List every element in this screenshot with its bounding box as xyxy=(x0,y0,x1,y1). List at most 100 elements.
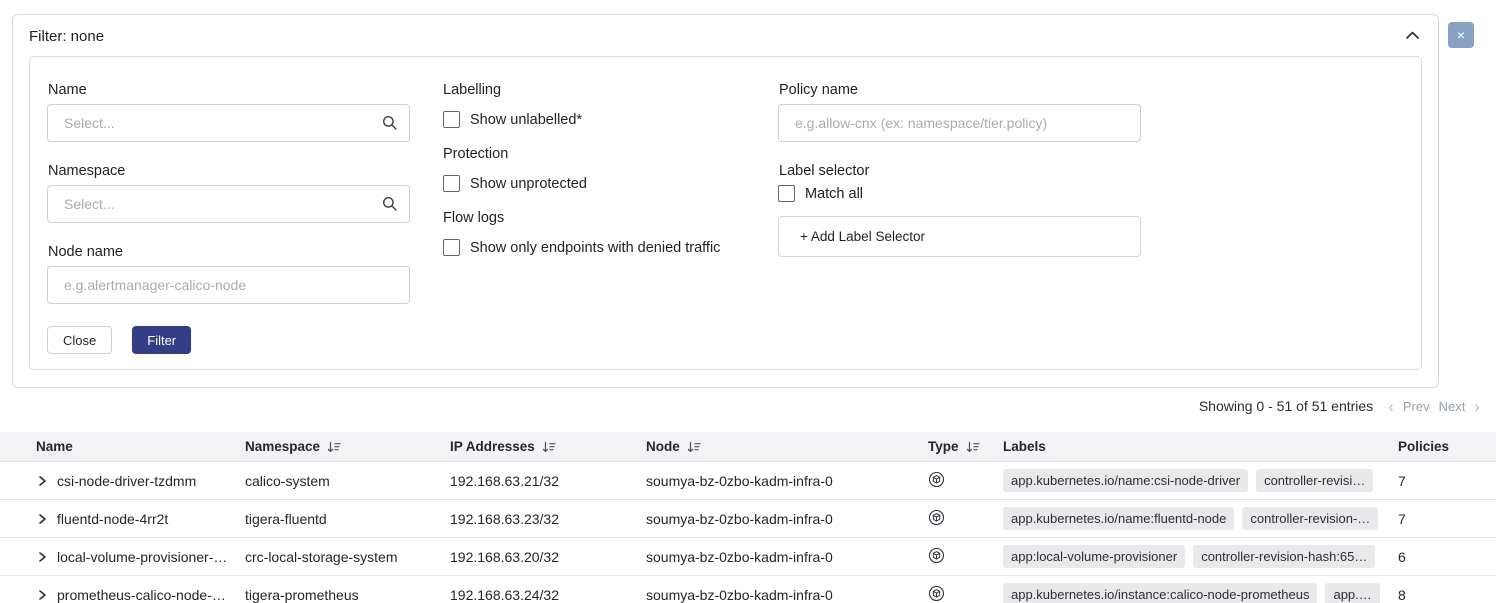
next-chevron-icon[interactable]: › xyxy=(1474,400,1480,413)
expand-row-icon[interactable] xyxy=(36,589,48,601)
sort-icon[interactable] xyxy=(327,441,341,453)
flow-logs-heading: Flow logs xyxy=(443,210,745,226)
expand-row-icon[interactable] xyxy=(36,475,48,487)
filter-panel-body: Name Namespace Node name xyxy=(29,56,1422,370)
column-header-ip-addresses[interactable]: IP Addresses xyxy=(450,439,646,454)
label-pill: app:local-volume-provisioner xyxy=(1003,545,1185,568)
show-unlabelled-row: Show unlabelled* xyxy=(443,111,745,128)
pod-icon xyxy=(928,471,945,491)
label-pill: app.… xyxy=(1325,583,1379,603)
collapse-filter-button[interactable] xyxy=(1405,29,1420,44)
node-name-input[interactable] xyxy=(47,266,410,304)
namespace-select-input[interactable] xyxy=(47,185,410,223)
protection-heading: Protection xyxy=(443,146,745,162)
table-header: Name Namespace IP Addresses Node xyxy=(0,432,1496,462)
close-button[interactable]: Close xyxy=(47,326,112,354)
denied-traffic-row: Show only endpoints with denied traffic xyxy=(443,239,745,256)
endpoint-namespace: tigera-prometheus xyxy=(245,587,450,603)
label-pill: controller-revisi… xyxy=(1256,469,1373,492)
label-selector-heading: Label selector xyxy=(779,163,1141,179)
label-pill: app.kubernetes.io/instance:calico-node-p… xyxy=(1003,583,1317,603)
policy-name-field xyxy=(778,104,1141,142)
endpoint-node: soumya-bz-0zbo-kadm-infra-0 xyxy=(646,473,928,489)
close-icon: × xyxy=(1457,28,1465,42)
column-header-namespace[interactable]: Namespace xyxy=(245,439,450,454)
endpoint-ip: 192.168.63.24/32 xyxy=(450,587,646,603)
namespace-label: Namespace xyxy=(48,163,410,179)
endpoint-name: csi-node-driver-tzdmm xyxy=(57,473,196,489)
pager: ‹ Prev Next › xyxy=(1388,399,1480,414)
name-select-input[interactable] xyxy=(47,104,410,142)
table-row: prometheus-calico-node-… tigera-promethe… xyxy=(0,576,1496,603)
denied-traffic-checkbox[interactable] xyxy=(443,239,460,256)
endpoint-ip: 192.168.63.21/32 xyxy=(450,473,646,489)
endpoint-policies-count: 6 xyxy=(1398,549,1496,565)
policy-name-input[interactable] xyxy=(778,104,1141,142)
name-select xyxy=(47,104,410,142)
endpoint-ip: 192.168.63.20/32 xyxy=(450,549,646,565)
label-pill: app.kubernetes.io/name:csi-node-driver xyxy=(1003,469,1248,492)
prev-chevron-icon[interactable]: ‹ xyxy=(1388,400,1394,413)
endpoint-name: prometheus-calico-node-… xyxy=(57,587,226,603)
endpoint-namespace: calico-system xyxy=(245,473,450,489)
column-header-labels: Labels xyxy=(1003,439,1398,454)
expand-row-icon[interactable] xyxy=(36,513,48,525)
show-unprotected-label: Show unprotected xyxy=(470,176,587,192)
chevron-up-icon xyxy=(1405,29,1420,44)
filter-title: Filter: none xyxy=(29,28,104,45)
show-unlabelled-checkbox[interactable] xyxy=(443,111,460,128)
labelling-heading: Labelling xyxy=(443,82,745,98)
pod-icon xyxy=(928,585,945,603)
pagination: Showing 0 - 51 of 51 entries ‹ Prev Next… xyxy=(1199,398,1480,414)
label-pill: app.kubernetes.io/name:fluentd-node xyxy=(1003,507,1234,530)
endpoint-node: soumya-bz-0zbo-kadm-infra-0 xyxy=(646,511,928,527)
prev-button[interactable]: Prev xyxy=(1403,399,1430,414)
entries-count: Showing 0 - 51 of 51 entries xyxy=(1199,398,1373,414)
search-icon xyxy=(382,196,398,217)
endpoint-ip: 192.168.63.23/32 xyxy=(450,511,646,527)
denied-traffic-label: Show only endpoints with denied traffic xyxy=(470,240,720,256)
search-icon xyxy=(382,115,398,136)
endpoint-policies-count: 7 xyxy=(1398,473,1496,489)
filter-panel-header: Filter: none xyxy=(13,15,1438,45)
endpoints-table: Name Namespace IP Addresses Node xyxy=(0,432,1496,603)
policy-name-label: Policy name xyxy=(779,82,1141,98)
filter-column-middle: Labelling Show unlabelled* Protection Sh… xyxy=(443,82,745,260)
table-row: local-volume-provisioner-… crc-local-sto… xyxy=(0,538,1496,576)
show-unprotected-row: Show unprotected xyxy=(443,175,745,192)
column-header-policies: Policies xyxy=(1398,439,1496,454)
column-header-node[interactable]: Node xyxy=(646,439,928,454)
filter-button[interactable]: Filter xyxy=(132,326,191,354)
endpoint-name: fluentd-node-4rr2t xyxy=(57,511,168,527)
sort-icon[interactable] xyxy=(966,441,980,453)
namespace-select xyxy=(47,185,410,223)
show-unlabelled-label: Show unlabelled* xyxy=(470,112,582,128)
endpoints-page: Filter: none Name Namespace xyxy=(0,0,1496,603)
add-label-selector-button[interactable]: + Add Label Selector xyxy=(778,216,1141,257)
expand-row-icon[interactable] xyxy=(36,551,48,563)
filter-actions: Close Filter xyxy=(47,326,410,354)
pod-icon xyxy=(928,547,945,567)
filter-column-right: Policy name Label selector Match all + A… xyxy=(778,82,1141,257)
label-pill: controller-revision-… xyxy=(1242,507,1378,530)
show-unprotected-checkbox[interactable] xyxy=(443,175,460,192)
endpoint-name: local-volume-provisioner-… xyxy=(57,549,227,565)
sort-icon[interactable] xyxy=(542,441,556,453)
filter-panel: Filter: none Name Namespace xyxy=(12,14,1439,388)
endpoint-policies-count: 7 xyxy=(1398,511,1496,527)
close-filter-panel-button[interactable]: × xyxy=(1448,22,1474,48)
filter-column-left: Name Namespace Node name xyxy=(47,82,410,354)
column-header-type[interactable]: Type xyxy=(928,439,1003,454)
match-all-checkbox[interactable] xyxy=(778,185,795,202)
endpoint-node: soumya-bz-0zbo-kadm-infra-0 xyxy=(646,587,928,603)
node-name-field xyxy=(47,266,410,304)
endpoint-node: soumya-bz-0zbo-kadm-infra-0 xyxy=(646,549,928,565)
node-name-label: Node name xyxy=(48,244,410,260)
next-button[interactable]: Next xyxy=(1439,399,1466,414)
table-row: fluentd-node-4rr2t tigera-fluentd 192.16… xyxy=(0,500,1496,538)
endpoint-policies-count: 8 xyxy=(1398,587,1496,603)
label-pill: controller-revision-hash:65… xyxy=(1193,545,1375,568)
sort-icon[interactable] xyxy=(687,441,701,453)
match-all-label: Match all xyxy=(805,186,863,202)
table-row: csi-node-driver-tzdmm calico-system 192.… xyxy=(0,462,1496,500)
